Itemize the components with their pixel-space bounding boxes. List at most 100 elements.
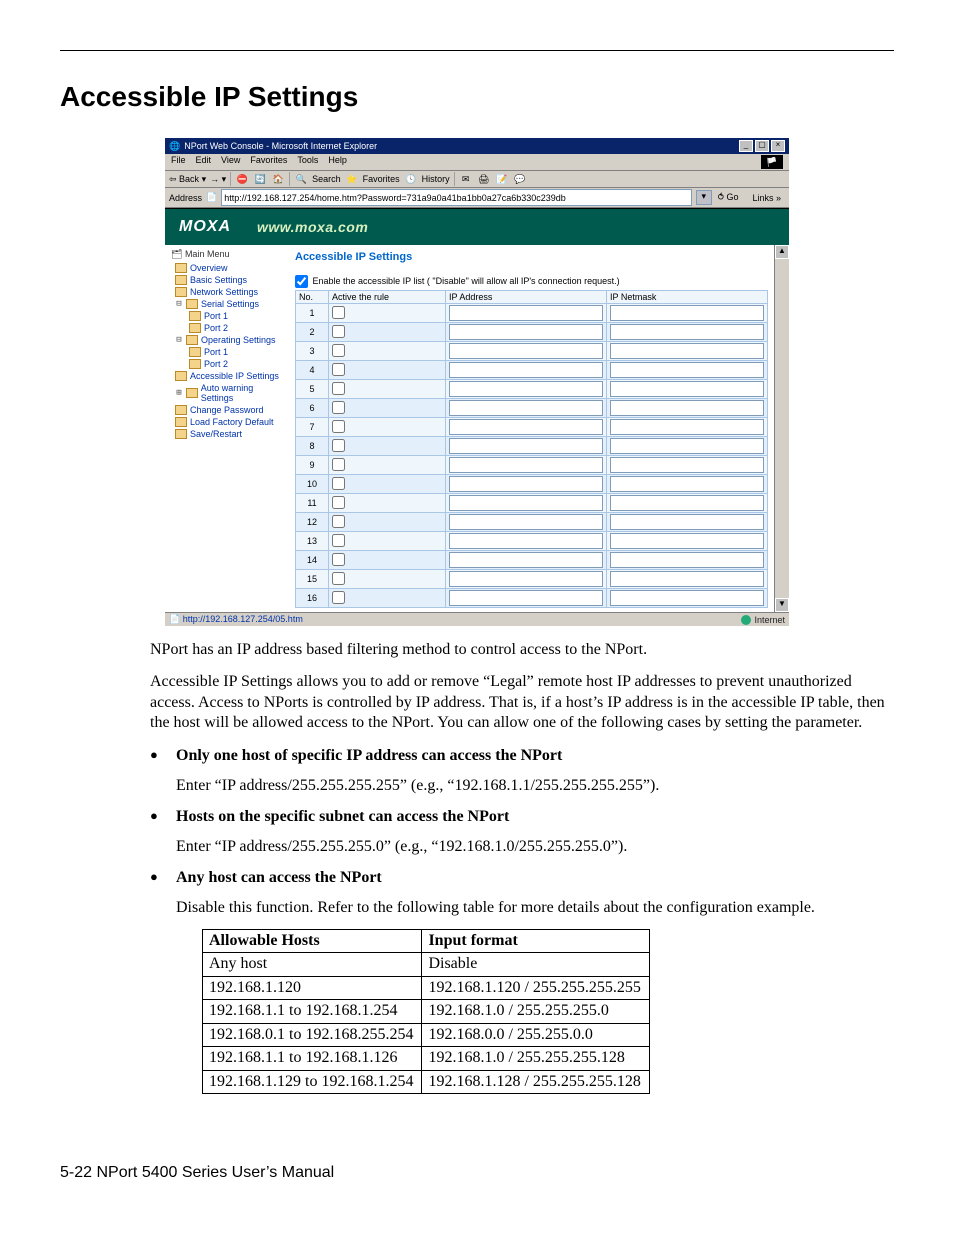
active-rule-checkbox[interactable] <box>332 591 345 604</box>
sidebar-item-basic-settings[interactable]: Basic Settings <box>167 274 287 286</box>
history-label[interactable]: History <box>422 174 450 184</box>
active-rule-checkbox[interactable] <box>332 306 345 319</box>
ip-address-input[interactable] <box>449 533 603 549</box>
active-rule-checkbox[interactable] <box>332 553 345 566</box>
ip-address-input[interactable] <box>449 400 603 416</box>
menu-edit[interactable]: Edit <box>196 155 212 169</box>
enable-ip-list-checkbox[interactable] <box>295 275 308 288</box>
ip-address-input[interactable] <box>449 343 603 359</box>
ip-netmask-input[interactable] <box>610 571 764 587</box>
ip-netmask-input[interactable] <box>610 305 764 321</box>
ip-netmask-input[interactable] <box>610 552 764 568</box>
discuss-icon[interactable]: 💬 <box>513 172 527 186</box>
sidebar-item-operating-settings[interactable]: ⊟Operating Settings <box>167 334 287 346</box>
search-icon[interactable]: 🔍 <box>294 172 308 186</box>
favorites-label[interactable]: Favorites <box>363 174 400 184</box>
sidebar-item-operating-port2[interactable]: Port 2 <box>167 358 287 370</box>
active-rule-checkbox[interactable] <box>332 477 345 490</box>
ip-netmask-input[interactable] <box>610 381 764 397</box>
scroll-up-icon[interactable]: ▲ <box>775 245 789 259</box>
menu-help[interactable]: Help <box>328 155 347 169</box>
scrollbar[interactable]: ▲ ▼ <box>774 245 789 612</box>
address-input[interactable] <box>221 189 692 206</box>
scroll-down-icon[interactable]: ▼ <box>775 598 789 612</box>
sidebar-item-save-restart[interactable]: Save/Restart <box>167 428 287 440</box>
forward-button[interactable]: → ▾ <box>210 174 226 185</box>
search-label[interactable]: Search <box>312 174 341 184</box>
ip-address-input[interactable] <box>449 381 603 397</box>
expand-icon[interactable]: ⊞ <box>175 388 183 398</box>
ip-address-input[interactable] <box>449 457 603 473</box>
ip-netmask-input[interactable] <box>610 343 764 359</box>
ip-netmask-input[interactable] <box>610 514 764 530</box>
ip-netmask-input[interactable] <box>610 457 764 473</box>
sidebar-item-accessible-ip[interactable]: Accessible IP Settings <box>167 370 287 382</box>
active-rule-checkbox[interactable] <box>332 344 345 357</box>
active-rule-checkbox[interactable] <box>332 534 345 547</box>
menu-view[interactable]: View <box>221 155 240 169</box>
links-label[interactable]: Links » <box>748 193 785 203</box>
ip-netmask-input[interactable] <box>610 476 764 492</box>
sidebar-item-serial-settings[interactable]: ⊟Serial Settings <box>167 298 287 310</box>
active-rule-checkbox[interactable] <box>332 363 345 376</box>
active-rule-checkbox[interactable] <box>332 572 345 585</box>
ip-netmask-input[interactable] <box>610 419 764 435</box>
edit-icon[interactable]: 📝 <box>495 172 509 186</box>
menu-file[interactable]: File <box>171 155 186 169</box>
ip-netmask-input[interactable] <box>610 533 764 549</box>
ip-netmask-input[interactable] <box>610 362 764 378</box>
maximize-button[interactable]: ▢ <box>755 140 769 152</box>
menu-favorites[interactable]: Favorites <box>250 155 287 169</box>
ip-address-input[interactable] <box>449 419 603 435</box>
sidebar-item-overview[interactable]: Overview <box>167 262 287 274</box>
sidebar-item-serial-port1[interactable]: Port 1 <box>167 310 287 322</box>
menu-tools[interactable]: Tools <box>297 155 318 169</box>
sidebar-item-auto-warning[interactable]: ⊞Auto warning Settings <box>167 382 287 404</box>
ip-address-input[interactable] <box>449 495 603 511</box>
ie-icon: 🌐 <box>169 141 180 152</box>
ip-netmask-input[interactable] <box>610 400 764 416</box>
ip-address-input[interactable] <box>449 305 603 321</box>
close-button[interactable]: × <box>771 140 785 152</box>
ip-address-input[interactable] <box>449 590 603 606</box>
ip-netmask-input[interactable] <box>610 438 764 454</box>
sidebar-item-load-factory-default[interactable]: Load Factory Default <box>167 416 287 428</box>
ie-screenshot: 🌐 NPort Web Console - Microsoft Internet… <box>165 138 789 626</box>
active-rule-checkbox[interactable] <box>332 325 345 338</box>
active-rule-checkbox[interactable] <box>332 458 345 471</box>
ip-address-input[interactable] <box>449 571 603 587</box>
minimize-button[interactable]: _ <box>739 140 753 152</box>
favorites-icon[interactable]: ⭐ <box>345 172 359 186</box>
active-rule-checkbox[interactable] <box>332 515 345 528</box>
collapse-icon[interactable]: ⊟ <box>175 335 183 345</box>
sidebar-item-serial-port2[interactable]: Port 2 <box>167 322 287 334</box>
table-row: 192.168.1.129 to 192.168.1.254192.168.1.… <box>203 1070 650 1093</box>
active-rule-checkbox[interactable] <box>332 382 345 395</box>
ip-address-input[interactable] <box>449 476 603 492</box>
ip-address-input[interactable] <box>449 362 603 378</box>
sidebar-item-network-settings[interactable]: Network Settings <box>167 286 287 298</box>
stop-icon[interactable]: ⛔ <box>235 172 249 186</box>
sidebar-item-operating-port1[interactable]: Port 1 <box>167 346 287 358</box>
active-rule-checkbox[interactable] <box>332 401 345 414</box>
print-icon[interactable]: 🖨 <box>477 172 491 186</box>
ip-netmask-input[interactable] <box>610 590 764 606</box>
ip-address-input[interactable] <box>449 438 603 454</box>
active-rule-checkbox[interactable] <box>332 496 345 509</box>
collapse-icon[interactable]: ⊟ <box>175 299 183 309</box>
history-icon[interactable]: 🕓 <box>404 172 418 186</box>
ip-address-input[interactable] <box>449 324 603 340</box>
refresh-icon[interactable]: 🔄 <box>253 172 267 186</box>
ip-address-input[interactable] <box>449 552 603 568</box>
ip-netmask-input[interactable] <box>610 495 764 511</box>
home-icon[interactable]: 🏠 <box>271 172 285 186</box>
active-rule-checkbox[interactable] <box>332 439 345 452</box>
go-button[interactable]: ⥀ Go <box>716 192 741 203</box>
sidebar-item-change-password[interactable]: Change Password <box>167 404 287 416</box>
active-rule-checkbox[interactable] <box>332 420 345 433</box>
back-button[interactable]: ⇦ Back ▾ <box>169 174 206 185</box>
ip-netmask-input[interactable] <box>610 324 764 340</box>
address-dropdown-icon[interactable]: ▾ <box>696 190 712 205</box>
ip-address-input[interactable] <box>449 514 603 530</box>
mail-icon[interactable]: ✉ <box>459 172 473 186</box>
